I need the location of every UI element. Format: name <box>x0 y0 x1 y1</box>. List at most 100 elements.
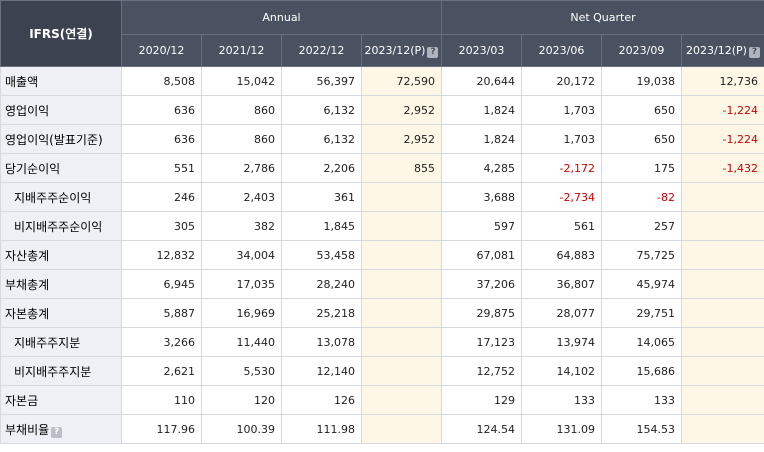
help-icon[interactable]: ? <box>427 46 439 58</box>
value-cell: 14,102 <box>521 356 602 386</box>
value-cell: 45,974 <box>601 269 682 299</box>
value-cell: 551 <box>121 153 202 183</box>
value-cell: 650 <box>601 95 682 125</box>
value-cell <box>681 327 764 357</box>
table-row: 영업이익(발표기준) 636 860 6,132 2,952 1,824 1,703 650-… <box>0 124 764 154</box>
row-label: 영업이익(발표기준) <box>5 132 103 147</box>
value-cell <box>361 356 442 386</box>
row-label-cell: 자산총계 <box>0 240 122 270</box>
table-row: 비지배주주지분 2,621 5,530 12,140 12,752 14,102 15,68… <box>0 356 764 386</box>
value-cell: 120 <box>201 385 282 415</box>
value-cell <box>361 269 442 299</box>
value-cell: 28,077 <box>521 298 602 328</box>
help-icon[interactable]: ? <box>748 46 760 58</box>
row-label-cell: 자본금 <box>0 385 122 415</box>
value-cell <box>361 182 442 212</box>
value-cell: -1,224 <box>681 124 764 154</box>
annual-header: Annual <box>121 0 442 35</box>
row-label-cell: 영업이익(발표기준) <box>0 124 122 154</box>
row-label-cell: 매출액 <box>0 66 122 96</box>
value-cell: 5,887 <box>121 298 202 328</box>
value-cell <box>681 385 764 415</box>
row-label: 영업이익 <box>5 103 50 118</box>
value-cell: 2,621 <box>121 356 202 386</box>
value-cell <box>361 240 442 270</box>
table-row: 자산총계 12,832 34,004 53,458 67,081 64,883 75,725 <box>0 240 764 270</box>
row-label-cell: 영업이익 <box>0 95 122 125</box>
row-label-cell: 비지배주주순이익 <box>0 211 122 241</box>
value-cell <box>681 211 764 241</box>
value-cell: 1,703 <box>521 95 602 125</box>
value-cell: 305 <box>121 211 202 241</box>
value-cell: 597 <box>441 211 522 241</box>
value-cell: 12,752 <box>441 356 522 386</box>
value-cell: 64,883 <box>521 240 602 270</box>
value-cell: 17,035 <box>201 269 282 299</box>
row-label: 부채비율 <box>5 422 50 437</box>
value-cell: 75,725 <box>601 240 682 270</box>
value-cell: 361 <box>281 182 362 212</box>
value-cell: 2,952 <box>361 95 442 125</box>
value-cell: -1,224 <box>681 95 764 125</box>
value-cell: 2,952 <box>361 124 442 154</box>
period-header-2: 2022/12 <box>281 34 362 67</box>
row-label: 자본금 <box>5 393 39 408</box>
period-header-6: 2023/09 <box>601 34 682 67</box>
help-icon[interactable]: ? <box>51 426 63 438</box>
table-row: 부채비율? 117.96 100.39 111.98 124.54 131.09 154.5… <box>0 414 764 444</box>
financial-summary-table: IFRS(연결) Annual Net Quarter 2020/12 2021/… <box>0 0 764 444</box>
value-cell: 12,140 <box>281 356 362 386</box>
row-label: 매출액 <box>5 74 39 89</box>
value-cell: 12,736 <box>681 66 764 96</box>
value-cell: 29,875 <box>441 298 522 328</box>
value-cell: 3,266 <box>121 327 202 357</box>
value-cell: 34,004 <box>201 240 282 270</box>
value-cell: 1,824 <box>441 124 522 154</box>
value-cell: 13,974 <box>521 327 602 357</box>
value-cell: 28,240 <box>281 269 362 299</box>
row-label: 자본총계 <box>5 306 50 321</box>
row-label: 당기순이익 <box>5 161 61 176</box>
row-label-cell: 당기순이익 <box>0 153 122 183</box>
value-cell: 636 <box>121 124 202 154</box>
net-quarter-header: Net Quarter <box>441 0 764 35</box>
value-cell: 1,824 <box>441 95 522 125</box>
value-cell <box>681 356 764 386</box>
value-cell: 53,458 <box>281 240 362 270</box>
value-cell: 4,285 <box>441 153 522 183</box>
row-label: 비지배주주지분 <box>14 364 92 379</box>
value-cell: 100.39 <box>201 414 282 444</box>
value-cell: 20,172 <box>521 66 602 96</box>
ifrs-consolidated-header: IFRS(연결) <box>0 0 122 67</box>
value-cell <box>681 269 764 299</box>
value-cell: 72,590 <box>361 66 442 96</box>
value-cell: 2,786 <box>201 153 282 183</box>
period-header-4: 2023/03 <box>441 34 522 67</box>
row-label: 지배주주순이익 <box>14 190 92 205</box>
period-header-7: 2023/12(P)? <box>681 34 764 67</box>
value-cell: 20,644 <box>441 66 522 96</box>
value-cell: 650 <box>601 124 682 154</box>
table-row: 지배주주지분 3,266 11,440 13,078 17,123 13,974 14,06… <box>0 327 764 357</box>
value-cell: 15,686 <box>601 356 682 386</box>
value-cell: 11,440 <box>201 327 282 357</box>
period-label: 2023/09 <box>618 44 665 57</box>
table-row: 당기순이익 551 2,786 2,206 855 4,285 -2,172 175 -1,43… <box>0 153 764 183</box>
value-cell: 15,042 <box>201 66 282 96</box>
period-header-5: 2023/06 <box>521 34 602 67</box>
value-cell: 2,206 <box>281 153 362 183</box>
table-row: 부채총계 6,945 17,035 28,240 37,206 36,807 45,974 <box>0 269 764 299</box>
value-cell <box>361 298 442 328</box>
value-cell: -2,172 <box>521 153 602 183</box>
row-label-cell: 자본총계 <box>0 298 122 328</box>
period-label: 2023/06 <box>538 44 585 57</box>
value-cell: 25,218 <box>281 298 362 328</box>
value-cell: 17,123 <box>441 327 522 357</box>
period-header-1: 2021/12 <box>201 34 282 67</box>
row-label-cell: 부채비율? <box>0 414 122 444</box>
period-label: 2023/12(P) <box>686 43 747 57</box>
value-cell: 6,132 <box>281 95 362 125</box>
value-cell: 1,845 <box>281 211 362 241</box>
value-cell: 6,945 <box>121 269 202 299</box>
period-label: 2023/03 <box>458 44 505 57</box>
